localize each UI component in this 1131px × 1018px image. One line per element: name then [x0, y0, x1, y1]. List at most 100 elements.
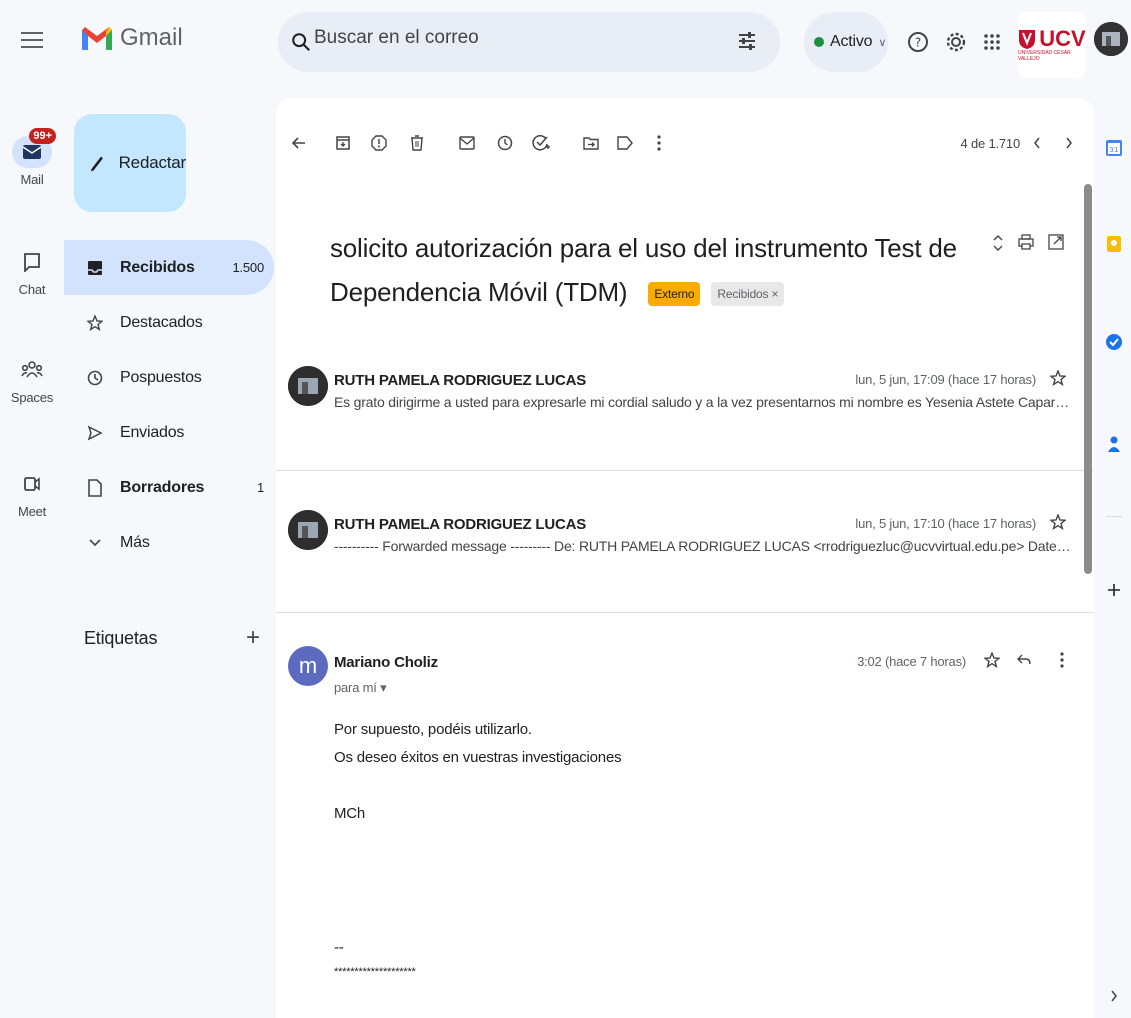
chevron-left-icon: [1034, 137, 1040, 149]
organization-logo[interactable]: UCV UNIVERSIDAD CÉSAR VALLEJO: [1018, 12, 1086, 78]
help-button[interactable]: ?: [906, 30, 930, 54]
snooze-button[interactable]: [494, 132, 516, 154]
nav-item-sent[interactable]: Enviados: [64, 405, 274, 460]
folder-nav: Recibidos 1.500 Destacados Pospuestos En…: [64, 240, 274, 570]
status-label: Activo: [830, 33, 873, 50]
message-sender: RUTH PAMELA RODRIGUEZ LUCAS: [334, 372, 587, 389]
mark-unread-button[interactable]: [456, 132, 478, 154]
star-icon: [983, 651, 1001, 669]
body-line: Por supuesto, podéis utilizarlo.: [334, 721, 532, 738]
reply-button[interactable]: [1016, 652, 1032, 673]
apps-button[interactable]: [980, 30, 1004, 54]
rail-label-meet: Meet: [17, 504, 47, 519]
main-menu-button[interactable]: [18, 26, 46, 54]
draft-icon: [84, 478, 106, 497]
vertical-scrollbar[interactable]: [1084, 184, 1092, 574]
nav-item-more[interactable]: Más: [64, 515, 274, 570]
open-new-window-button[interactable]: [1048, 234, 1064, 257]
get-addons-button[interactable]: [1104, 580, 1124, 600]
message-more-button[interactable]: [1060, 652, 1064, 673]
gmail-m-icon: [82, 27, 112, 50]
unfold-icon: [993, 235, 1003, 251]
plus-icon: [1108, 584, 1120, 596]
back-button[interactable]: [288, 132, 310, 154]
compose-label: Redactar: [118, 153, 187, 172]
chevron-down-icon: [84, 538, 106, 548]
tasks-button[interactable]: [1104, 332, 1124, 352]
rail-item-mail[interactable]: 99+ Mail: [0, 128, 64, 187]
report-spam-button[interactable]: [368, 132, 390, 154]
account-avatar[interactable]: [1094, 22, 1128, 56]
labels-title: Etiquetas: [84, 627, 158, 648]
gmail-wordmark: Gmail: [120, 24, 183, 51]
nav-item-starred[interactable]: Destacados: [64, 295, 274, 350]
help-icon: ?: [908, 32, 928, 52]
nav-count: 1: [256, 480, 264, 495]
rail-item-spaces[interactable]: Spaces: [0, 354, 64, 405]
more-vertical-icon: [657, 135, 661, 151]
unread-badge: 99+: [29, 128, 56, 144]
star-button[interactable]: [983, 651, 1001, 673]
subject-text: solicito autorización para el uso del in…: [330, 233, 957, 307]
gmail-logo[interactable]: Gmail: [80, 24, 183, 52]
body-line: [334, 772, 621, 800]
labels-section-header: Etiquetas +: [84, 624, 260, 652]
star-button[interactable]: [1049, 513, 1067, 535]
more-actions-button[interactable]: [648, 132, 670, 154]
add-label-button[interactable]: +: [246, 624, 260, 652]
rail-label-spaces: Spaces: [10, 390, 54, 405]
print-button[interactable]: [1018, 234, 1034, 257]
search-icon: [292, 33, 311, 52]
search-input[interactable]: [314, 27, 714, 49]
older-button[interactable]: [1058, 132, 1080, 154]
org-logo-subtext: UNIVERSIDAD CÉSAR VALLEJO: [1018, 50, 1071, 62]
settings-button[interactable]: [944, 30, 968, 54]
envelope-icon: [459, 136, 475, 150]
keep-button[interactable]: [1104, 234, 1124, 254]
top-bar: Gmail Activo ∨ ? UCV UNIVERSIDAD CÉSAR V…: [0, 0, 1131, 90]
nav-count: 1.500: [232, 260, 264, 275]
nav-item-drafts[interactable]: Borradores 1: [64, 460, 274, 515]
apps-grid-icon: [984, 34, 1000, 50]
archive-button[interactable]: [332, 132, 354, 154]
body-line: Os deseo éxitos en vuestras investigacio…: [334, 749, 622, 766]
search-bar[interactable]: [278, 12, 780, 72]
body-line: MCh: [334, 805, 366, 822]
org-logo-text: UCV: [1039, 26, 1086, 51]
expand-collapse-button[interactable]: [992, 234, 1004, 257]
nav-item-inbox[interactable]: Recibidos 1.500: [64, 240, 274, 295]
inbox-label-chip[interactable]: Recibidos ×: [711, 282, 785, 307]
pencil-icon: [90, 156, 103, 172]
signature-dash: --: [334, 939, 344, 956]
compose-button[interactable]: Redactar: [74, 114, 186, 212]
rail-item-meet[interactable]: Meet: [0, 468, 64, 519]
subject-actions: [992, 234, 1064, 257]
rail-item-chat[interactable]: Chat: [0, 246, 64, 297]
calendar-button[interactable]: 31: [1104, 138, 1124, 158]
recipient-toggle[interactable]: para mí ▾: [334, 680, 387, 696]
nav-label: Destacados: [120, 313, 203, 331]
rail-label-mail: Mail: [20, 172, 44, 187]
archive-icon: [336, 136, 350, 150]
signature: -- ********************: [334, 936, 416, 984]
status-selector[interactable]: Activo ∨: [804, 12, 888, 72]
nav-item-snoozed[interactable]: Pospuestos: [64, 350, 274, 405]
arrow-left-icon: [291, 137, 305, 149]
show-side-panel-button[interactable]: [1104, 986, 1124, 1006]
labels-button[interactable]: [614, 132, 636, 154]
status-active-dot: [814, 37, 824, 47]
nav-label: Borradores: [120, 478, 205, 496]
contacts-button[interactable]: [1104, 434, 1124, 454]
clock-icon: [84, 370, 106, 386]
clock-icon: [497, 135, 513, 151]
star-button[interactable]: [1049, 369, 1067, 391]
chevron-down-icon: ∨: [878, 36, 887, 49]
add-to-tasks-button[interactable]: [530, 132, 552, 154]
nav-label: Recibidos: [120, 258, 195, 276]
delete-button[interactable]: [406, 132, 428, 154]
message-snippet: ---------- Forwarded message --------- D…: [334, 538, 1074, 554]
move-to-button[interactable]: [580, 132, 602, 154]
rail-label-chat: Chat: [18, 282, 46, 297]
message-date: 3:02 (hace 7 horas): [857, 654, 966, 669]
newer-button[interactable]: [1026, 132, 1048, 154]
